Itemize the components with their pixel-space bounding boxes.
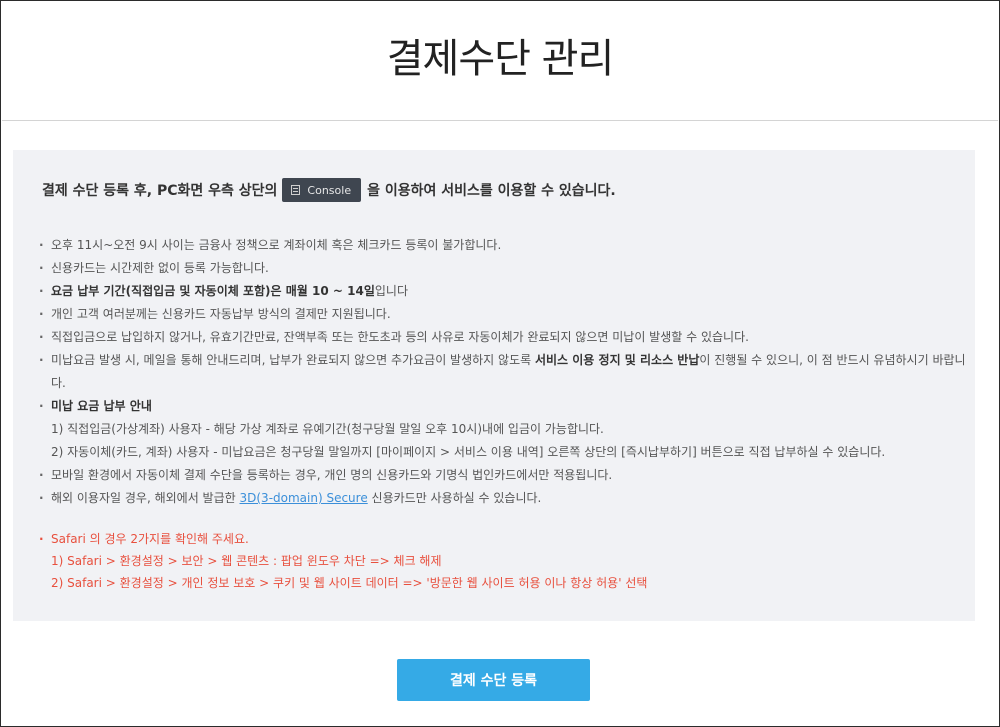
list-item: 미납요금 발생 시, 메일을 통해 안내드리며, 납부가 완료되지 않으면 추가…	[39, 349, 969, 395]
note-bold: 서비스 이용 정지 및 리소스 반납	[534, 353, 700, 367]
list-item: 직접입금으로 납입하지 않거나, 유효기간만료, 잔액부족 또는 한도초과 등의…	[39, 326, 969, 349]
info-box: 결제 수단 등록 후, PC화면 우측 상단의 Console 을 이용하여 서…	[13, 150, 975, 621]
note-text: 직접입금으로 납입하지 않거나, 유효기간만료, 잔액부족 또는 한도초과 등의…	[51, 330, 749, 344]
note-text: 개인 고객 여러분께는 신용카드 자동납부 방식의 결제만 지원됩니다.	[51, 307, 391, 321]
note-bold: 미납 요금 납부 안내	[51, 399, 152, 413]
safari-notice-line: 2) Safari > 환경설정 > 개인 정보 보호 > 쿠키 및 웹 사이트…	[51, 576, 648, 590]
note-text: 입니다	[374, 284, 408, 298]
note-sub-line: 2) 자동이체(카드, 계좌) 사용자 - 미납요금은 청구당월 말일까지 [마…	[51, 445, 886, 459]
list-item: 요금 납부 기간(직접입금 및 자동이체 포함)은 매월 10 ~ 14일입니다	[39, 280, 969, 303]
list-item: 모바일 환경에서 자동이체 결제 수단을 등록하는 경우, 개인 명의 신용카드…	[39, 464, 969, 487]
safari-notice-head: Safari 의 경우 2가지를 확인해 주세요.	[39, 528, 969, 550]
note-text: 모바일 환경에서 자동이체 결제 수단을 등록하는 경우, 개인 명의 신용카드…	[51, 468, 613, 482]
note-sub-line: 1) 직접입금(가상계좌) 사용자 - 해당 가상 계좌로 유예기간(청구당월 …	[51, 422, 604, 436]
page-title: 결제수단 관리	[386, 36, 615, 82]
safari-notice: Safari 의 경우 2가지를 확인해 주세요. 1) Safari > 환경…	[39, 528, 969, 594]
notes-list: 오후 11시~오전 9시 사이는 금융사 정책으로 계좌이체 혹은 체크카드 등…	[39, 234, 969, 510]
page-frame: 결제수단 관리 결제 수단 등록 후, PC화면 우측 상단의 Console …	[0, 0, 1000, 727]
list-item: 미납 요금 납부 안내 1) 직접입금(가상계좌) 사용자 - 해당 가상 계좌…	[39, 395, 969, 464]
list-item: 신용카드는 시간제한 없이 등록 가능합니다.	[39, 257, 969, 280]
note-text: 해외 이용자일 경우, 해외에서 발급한	[51, 491, 240, 505]
list-item: 오후 11시~오전 9시 사이는 금융사 정책으로 계좌이체 혹은 체크카드 등…	[39, 234, 969, 257]
note-text: 미납요금 발생 시, 메일을 통해 안내드리며, 납부가 완료되지 않으면 추가…	[51, 353, 535, 367]
safari-notice-line: 1) Safari > 환경설정 > 보안 > 웹 콘텐츠 : 팝업 윈도우 차…	[51, 554, 442, 568]
console-badge: Console	[282, 178, 362, 202]
note-text: 신용카드는 시간제한 없이 등록 가능합니다.	[51, 261, 269, 275]
console-icon	[291, 185, 301, 195]
register-payment-button[interactable]: 결제 수단 등록	[397, 659, 590, 701]
lead-after: 을 이용하여 서비스를 이용할 수 있습니다.	[367, 183, 616, 199]
list-item: 개인 고객 여러분께는 신용카드 자동납부 방식의 결제만 지원됩니다.	[39, 303, 969, 326]
list-item: 해외 이용자일 경우, 해외에서 발급한 3D(3-domain) Secure…	[39, 487, 969, 510]
note-text: 신용카드만 사용하실 수 있습니다.	[367, 491, 542, 505]
console-badge-label: Console	[307, 183, 352, 197]
3d-secure-link[interactable]: 3D(3-domain) Secure	[240, 491, 368, 505]
page-header: 결제수단 관리	[2, 2, 998, 121]
note-bold: 요금 납부 기간(직접입금 및 자동이체 포함)은 매월 10 ~ 14일	[51, 284, 375, 298]
lead-before: 결제 수단 등록 후, PC화면 우측 상단의	[42, 183, 278, 199]
lead-text: 결제 수단 등록 후, PC화면 우측 상단의 Console 을 이용하여 서…	[42, 178, 616, 202]
note-text: 오후 11시~오전 9시 사이는 금융사 정책으로 계좌이체 혹은 체크카드 등…	[51, 238, 502, 252]
